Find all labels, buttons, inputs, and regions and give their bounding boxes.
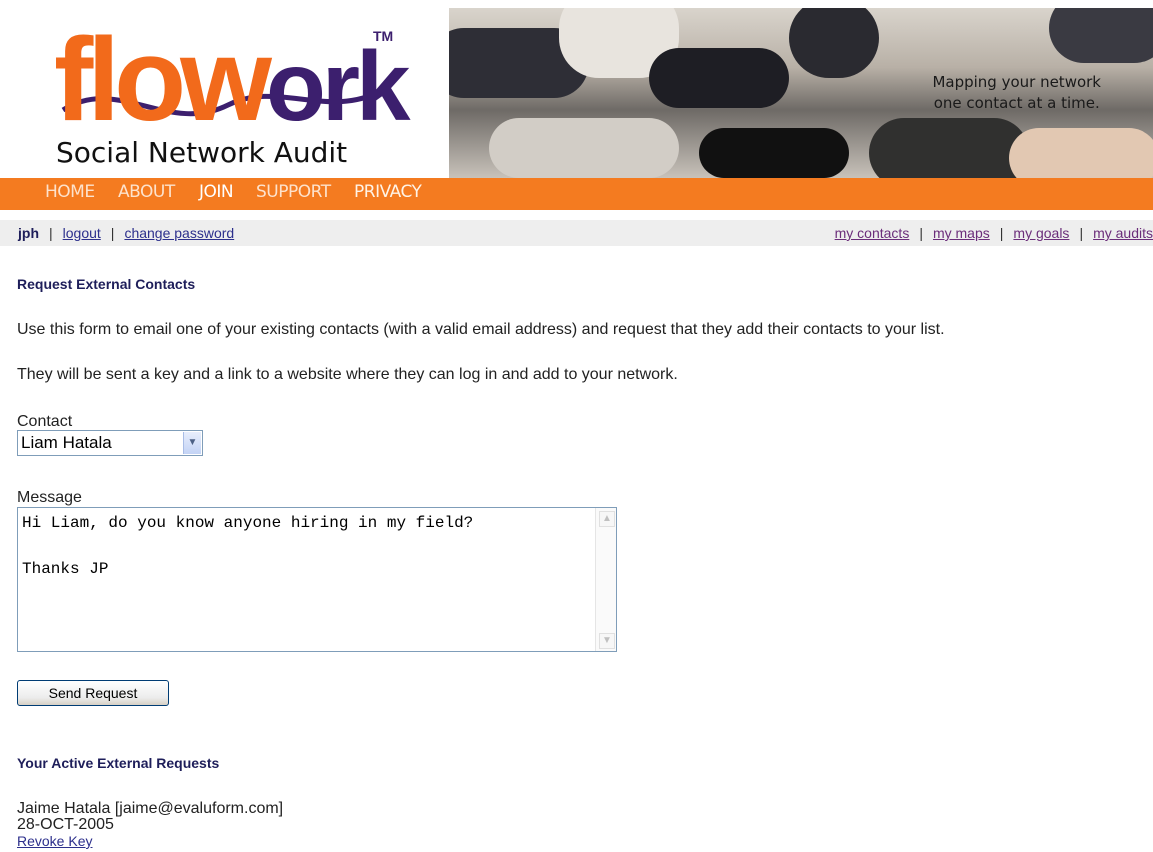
send-request-button[interactable]: Send Request [17, 680, 169, 706]
user-bar: jph | logout | change password my contacts | m… [0, 220, 1153, 246]
message-textarea[interactable]: Hi Liam, do you know anyone hiring in my… [17, 507, 617, 652]
nav-join[interactable]: JOIN [199, 182, 234, 202]
my-goals-link[interactable]: my goals [1013, 225, 1069, 241]
trademark-mark: TM [373, 28, 394, 44]
banner-tagline: Mapping your network one contact at a ti… [932, 73, 1101, 112]
nav-privacy[interactable]: PRIVACY [354, 182, 422, 202]
scroll-up-icon[interactable]: ▲ [599, 511, 615, 527]
username: jph [18, 225, 39, 241]
instructions-text: They will be sent a key and a link to a … [17, 366, 678, 383]
active-requests-heading: Your Active External Requests [17, 755, 220, 771]
intro-text: Use this form to email one of your exist… [17, 321, 945, 338]
nav-home[interactable]: HOME [45, 182, 95, 202]
textarea-scrollbar[interactable]: ▲ ▼ [595, 508, 616, 651]
header: flowork TM Social Network Audit Mapping … [0, 0, 1153, 178]
logo-wordmark: flowork [54, 14, 410, 146]
message-label: Message [17, 489, 82, 506]
chevron-down-icon[interactable]: ▼ [183, 432, 201, 454]
scroll-down-icon[interactable]: ▼ [599, 633, 615, 649]
flowork-logo[interactable]: flowork TM Social Network Audit [18, 10, 438, 175]
account-links: my contacts | my maps | my goals | my audits [834, 225, 1153, 241]
contact-label: Contact [17, 413, 73, 430]
my-maps-link[interactable]: my maps [933, 225, 990, 241]
request-contact: Jaime Hatala [jaime@evaluform.com] [17, 800, 284, 817]
page-title: Request External Contacts [17, 276, 196, 292]
nav-support[interactable]: SUPPORT [256, 182, 331, 202]
logout-link[interactable]: logout [63, 225, 101, 241]
logo-subtitle: Social Network Audit [56, 136, 348, 169]
revoke-key-link[interactable]: Revoke Key [17, 833, 92, 849]
header-banner-image: Mapping your network one contact at a ti… [449, 8, 1153, 178]
main-nav: HOME ABOUT JOIN SUPPORT PRIVACY [0, 178, 1153, 210]
user-menu: jph | logout | change password [18, 225, 235, 241]
change-password-link[interactable]: change password [124, 225, 234, 241]
my-contacts-link[interactable]: my contacts [835, 225, 910, 241]
message-text: Hi Liam, do you know anyone hiring in my… [22, 514, 474, 578]
nav-about[interactable]: ABOUT [118, 182, 175, 202]
contact-select[interactable]: Liam Hatala ▼ [17, 430, 203, 456]
request-date: 28-OCT-2005 [17, 816, 114, 833]
contact-selected-value: Liam Hatala [21, 433, 112, 452]
my-audits-link[interactable]: my audits [1093, 225, 1153, 241]
